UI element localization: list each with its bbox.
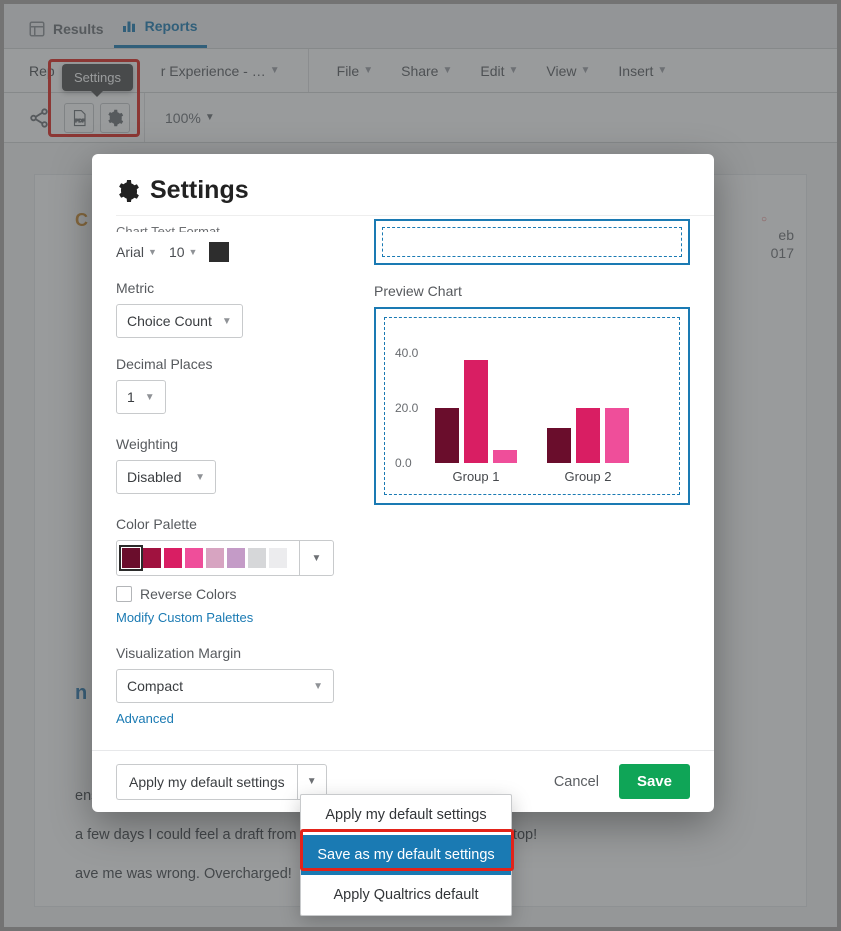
preview-chart-xlabels: Group 1 Group 2 (395, 469, 669, 484)
preview-chart-label: Preview Chart (374, 283, 690, 299)
decimal-value: 1 (127, 389, 135, 405)
palette-swatch[interactable] (206, 548, 224, 568)
settings-form: Chart Text Format Arial ▼ 10 ▼ Metric (116, 222, 354, 750)
modal-title: Settings (150, 176, 249, 205)
xlabel: Group 2 (547, 469, 629, 484)
bar-group (547, 408, 629, 463)
bar (576, 408, 600, 463)
chevron-down-icon: ▼ (222, 316, 232, 327)
bar (605, 408, 629, 463)
chevron-down-icon: ▼ (312, 553, 322, 564)
modify-palettes-link[interactable]: Modify Custom Palettes (116, 610, 253, 625)
font-color-swatch[interactable] (209, 242, 229, 262)
reverse-colors-checkbox[interactable] (116, 586, 132, 602)
apply-split-button: Apply my default settings ▼ (116, 764, 327, 800)
settings-modal: Settings Chart Text Format Arial ▼ 10 ▼ (92, 154, 714, 812)
palette-swatch[interactable] (248, 548, 266, 568)
font-family-select[interactable]: Arial ▼ (116, 244, 157, 260)
apply-dropdown-menu: Apply my default settings Save as my def… (300, 794, 512, 916)
palette-select[interactable]: ▼ (116, 540, 334, 576)
chevron-down-icon: ▼ (313, 681, 323, 692)
chevron-down-icon: ▼ (148, 247, 157, 257)
weighting-label: Weighting (116, 436, 350, 452)
metric-label: Metric (116, 280, 350, 296)
ytick-label: 0.0 (395, 456, 412, 470)
apply-button[interactable]: Apply my default settings (116, 764, 297, 800)
palette-swatch[interactable] (227, 548, 245, 568)
font-size-select[interactable]: 10 ▼ (169, 244, 198, 260)
bar (547, 428, 571, 463)
ytick-label: 20.0 (395, 401, 418, 415)
metric-select[interactable]: Choice Count ▼ (116, 304, 243, 338)
margin-value: Compact (127, 678, 183, 694)
palette-swatch[interactable] (164, 548, 182, 568)
font-family-value: Arial (116, 244, 144, 260)
cancel-button[interactable]: Cancel (554, 774, 599, 790)
weighting-value: Disabled (127, 469, 181, 485)
apply-option-qualtrics-default[interactable]: Apply Qualtrics default (301, 875, 511, 915)
chevron-down-icon: ▼ (145, 392, 155, 403)
palette-swatch[interactable] (122, 548, 140, 568)
decimal-select[interactable]: 1 ▼ (116, 380, 166, 414)
save-button[interactable]: Save (619, 764, 690, 799)
decimal-label: Decimal Places (116, 356, 350, 372)
metric-value: Choice Count (127, 313, 212, 329)
preview-chart-container[interactable]: 0.0 20.0 40.0 Group 1 Group 2 (374, 307, 690, 505)
ytick-label: 40.0 (395, 346, 418, 360)
preview-chart: 0.020.040.0 (395, 328, 669, 463)
gear-icon (116, 179, 140, 203)
chevron-down-icon: ▼ (307, 776, 317, 787)
preview-column: Preview Chart 0.0 20.0 40.0 Group 1 Group 2 (374, 222, 714, 750)
palette-swatch[interactable] (269, 548, 287, 568)
palette-swatch[interactable] (185, 548, 203, 568)
reverse-colors-label: Reverse Colors (140, 586, 236, 602)
xlabel: Group 1 (435, 469, 517, 484)
bar (493, 450, 517, 463)
apply-option-save-default[interactable]: Save as my default settings (301, 835, 511, 875)
preview-selection-box[interactable] (374, 219, 690, 265)
margin-label: Visualization Margin (116, 645, 350, 661)
palette-swatches (117, 543, 299, 573)
bar (435, 408, 459, 463)
palette-label: Color Palette (116, 516, 350, 532)
font-size-value: 10 (169, 244, 185, 260)
modal-header: Settings (92, 154, 714, 215)
palette-dropdown-button[interactable]: ▼ (299, 541, 333, 575)
weighting-select[interactable]: Disabled ▼ (116, 460, 216, 494)
margin-select[interactable]: Compact ▼ (116, 669, 334, 703)
bar-group (435, 360, 517, 463)
palette-swatch[interactable] (143, 548, 161, 568)
chevron-down-icon: ▼ (189, 247, 198, 257)
bar (464, 360, 488, 463)
advanced-link[interactable]: Advanced (116, 711, 174, 726)
apply-option-my-default[interactable]: Apply my default settings (301, 795, 511, 835)
chevron-down-icon: ▼ (195, 472, 205, 483)
chart-text-format-label: Chart Text Format (116, 224, 350, 232)
